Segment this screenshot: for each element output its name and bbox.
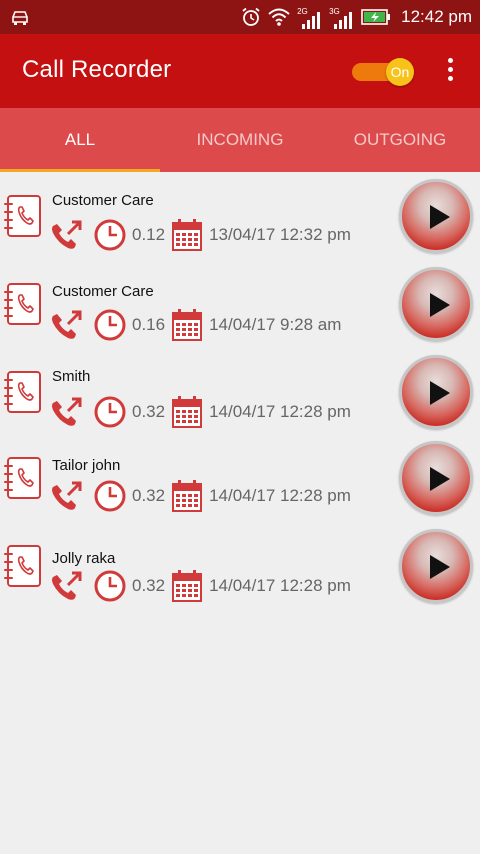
- toggle-thumb: On: [386, 58, 414, 86]
- play-button[interactable]: [399, 355, 473, 429]
- tab-all[interactable]: ALL: [0, 108, 160, 172]
- call-datetime: 14/04/17 9:28 am: [209, 315, 342, 334]
- calendar-icon: [172, 396, 203, 428]
- app-title: Call Recorder: [22, 56, 172, 83]
- car-icon: [12, 11, 28, 25]
- wifi-icon: [268, 8, 290, 26]
- battery-charging-icon: [361, 9, 391, 25]
- caller-name: Jolly raka: [52, 550, 116, 567]
- signal-3g: 3G: [329, 5, 355, 29]
- contact-book-icon: [4, 283, 41, 325]
- clock-icon: [94, 309, 126, 341]
- status-bar: 2G 3G 12:42 pm: [0, 0, 480, 34]
- tab-incoming[interactable]: INCOMING: [160, 108, 320, 172]
- status-time: 12:42 pm: [401, 7, 472, 26]
- outgoing-call-icon: [52, 310, 82, 339]
- alarm-icon: [242, 7, 260, 26]
- call-duration: 0.32: [132, 402, 166, 421]
- tab-outgoing[interactable]: OUTGOING: [320, 108, 480, 172]
- recording-meta: 0.32 14/04/17 12:28 pm: [48, 478, 351, 514]
- calendar-icon: [172, 480, 203, 512]
- clock-icon: [94, 396, 126, 428]
- overflow-menu-icon[interactable]: [442, 58, 458, 86]
- play-button[interactable]: [399, 529, 473, 603]
- clock-icon: [94, 480, 126, 512]
- recording-meta: 0.32 14/04/17 12:28 pm: [48, 394, 351, 430]
- call-duration: 0.16: [132, 315, 166, 334]
- call-datetime: 14/04/17 12:28 pm: [209, 486, 351, 505]
- outgoing-call-icon: [52, 397, 82, 426]
- tab-bar: ALL INCOMING OUTGOING: [0, 108, 480, 172]
- call-datetime: 14/04/17 12:28 pm: [209, 402, 351, 421]
- contact-book-icon: [4, 545, 41, 587]
- caller-name: Customer Care: [52, 283, 154, 300]
- outgoing-call-icon: [52, 571, 82, 600]
- clock-icon: [94, 570, 126, 602]
- play-icon: [430, 555, 450, 579]
- play-icon: [430, 293, 450, 317]
- signal-icon: [334, 12, 353, 29]
- call-datetime: 14/04/17 12:28 pm: [209, 576, 351, 595]
- recording-meta: 0.32 14/04/17 12:28 pm: [48, 568, 351, 604]
- recording-row[interactable]: Jolly raka 0.32 14/04/17 12:28 pm: [0, 172, 480, 603]
- play-button[interactable]: [399, 267, 473, 341]
- contact-book-icon: [4, 457, 41, 499]
- calendar-icon: [172, 570, 203, 602]
- calendar-icon: [172, 309, 203, 341]
- signal-icon: [302, 12, 321, 29]
- call-duration: 0.32: [132, 486, 166, 505]
- recording-meta: 0.16 14/04/17 9:28 am: [48, 307, 341, 343]
- outgoing-call-icon: [52, 481, 82, 510]
- call-duration: 0.32: [132, 576, 166, 595]
- recording-toggle[interactable]: On: [352, 58, 416, 86]
- caller-name: Smith: [52, 368, 91, 385]
- signal-2g: 2G: [297, 5, 323, 29]
- play-icon: [430, 381, 450, 405]
- play-button[interactable]: [399, 441, 473, 515]
- play-icon: [430, 467, 450, 491]
- contact-book-icon: [4, 371, 41, 413]
- app-toolbar: Call Recorder On: [0, 34, 480, 108]
- caller-name: Tailor john: [52, 457, 121, 474]
